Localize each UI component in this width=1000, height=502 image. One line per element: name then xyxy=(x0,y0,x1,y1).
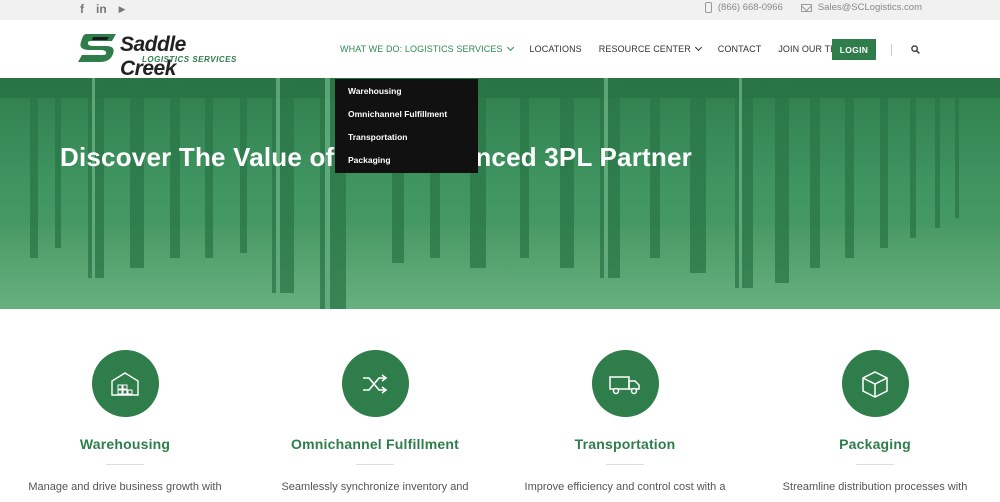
nav-label: WHAT WE DO: LOGISTICS SERVICES xyxy=(340,44,503,54)
service-card-transportation: Transportation Improve efficiency and co… xyxy=(500,350,750,493)
service-description: Improve efficiency and control cost with… xyxy=(524,481,726,493)
phone-icon xyxy=(704,2,712,13)
logo[interactable]: Saddle Creek LOGISTICS SERVICES xyxy=(76,32,246,80)
top-utility-bar: f in ▶ (866) 668-0966 Sales@SCLogistics.… xyxy=(0,0,1000,20)
divider xyxy=(856,464,894,465)
shuffle-icon xyxy=(363,373,388,394)
search-icon[interactable] xyxy=(911,45,920,54)
site-header: Saddle Creek LOGISTICS SERVICES WHAT WE … xyxy=(0,20,1000,80)
chevron-down-icon xyxy=(694,43,702,52)
contact-info: (866) 668-0966 Sales@SCLogistics.com xyxy=(704,2,922,13)
phone-link[interactable]: (866) 668-0966 xyxy=(704,2,783,13)
box-icon xyxy=(862,370,888,398)
hero-banner: Discover The Value of an Experienced 3PL… xyxy=(0,78,1000,309)
nav-divider xyxy=(891,44,892,56)
dropdown-item-transportation[interactable]: Transportation xyxy=(335,131,478,154)
service-icon-circle[interactable] xyxy=(591,350,659,417)
service-description: Seamlessly synchronize inventory and xyxy=(281,481,469,493)
facebook-icon[interactable]: f xyxy=(80,1,84,17)
email-address: Sales@SCLogistics.com xyxy=(817,2,922,13)
warehouse-background-image xyxy=(0,78,1000,309)
divider xyxy=(106,464,144,465)
service-card-packaging: Packaging Streamline distribution proces… xyxy=(750,350,1000,493)
nav-item-locations[interactable]: LOCATIONS xyxy=(530,44,582,54)
service-icon-circle[interactable] xyxy=(91,350,159,417)
main-nav: WHAT WE DO: LOGISTICS SERVICES LOCATIONS… xyxy=(340,20,877,78)
truck-icon xyxy=(609,375,640,394)
nav-item-contact[interactable]: CONTACT xyxy=(718,44,762,54)
service-card-omnichannel-fulfillment: Omnichannel Fulfillment Seamlessly synch… xyxy=(250,350,500,493)
warehouse-icon xyxy=(111,371,139,396)
dropdown-item-warehousing[interactable]: Warehousing xyxy=(335,85,478,108)
service-title[interactable]: Packaging xyxy=(750,436,1000,452)
divider xyxy=(356,464,394,465)
service-card-warehousing: Warehousing Manage and drive business gr… xyxy=(0,350,250,493)
email-link[interactable]: Sales@SCLogistics.com xyxy=(800,2,922,13)
service-title[interactable]: Warehousing xyxy=(0,436,250,452)
divider xyxy=(606,464,644,465)
dropdown-item-packaging[interactable]: Packaging xyxy=(335,154,478,177)
phone-number: (866) 668-0966 xyxy=(717,2,783,13)
nav-label: LOCATIONS xyxy=(529,44,582,54)
linkedin-icon[interactable]: in xyxy=(96,1,107,17)
social-links: f in ▶ xyxy=(80,1,126,17)
login-button[interactable]: LOGIN xyxy=(832,39,876,60)
nav-label: RESOURCE CENTER xyxy=(598,44,691,54)
service-icon-circle[interactable] xyxy=(341,350,409,417)
brand-tagline: LOGISTICS SERVICES xyxy=(142,55,237,64)
service-title[interactable]: Transportation xyxy=(500,436,750,452)
services-section: Warehousing Manage and drive business gr… xyxy=(0,309,1000,502)
nav-item-logistics-services[interactable]: WHAT WE DO: LOGISTICS SERVICES xyxy=(340,43,514,54)
mail-icon xyxy=(800,3,812,12)
service-description: Manage and drive business growth with xyxy=(28,481,222,493)
logistics-services-dropdown: Warehousing Omnichannel Fulfillment Tran… xyxy=(335,79,478,173)
service-description: Streamline distribution processes with xyxy=(782,481,968,493)
service-icon-circle[interactable] xyxy=(841,350,909,417)
nav-label: CONTACT xyxy=(717,44,762,54)
nav-item-resource-center[interactable]: RESOURCE CENTER xyxy=(598,43,702,54)
logo-mark-icon xyxy=(78,34,116,62)
chevron-down-icon xyxy=(506,43,514,52)
dropdown-item-omnichannel-fulfillment[interactable]: Omnichannel Fulfillment xyxy=(335,108,478,131)
service-title[interactable]: Omnichannel Fulfillment xyxy=(250,436,500,452)
youtube-icon[interactable]: ▶ xyxy=(119,1,126,17)
